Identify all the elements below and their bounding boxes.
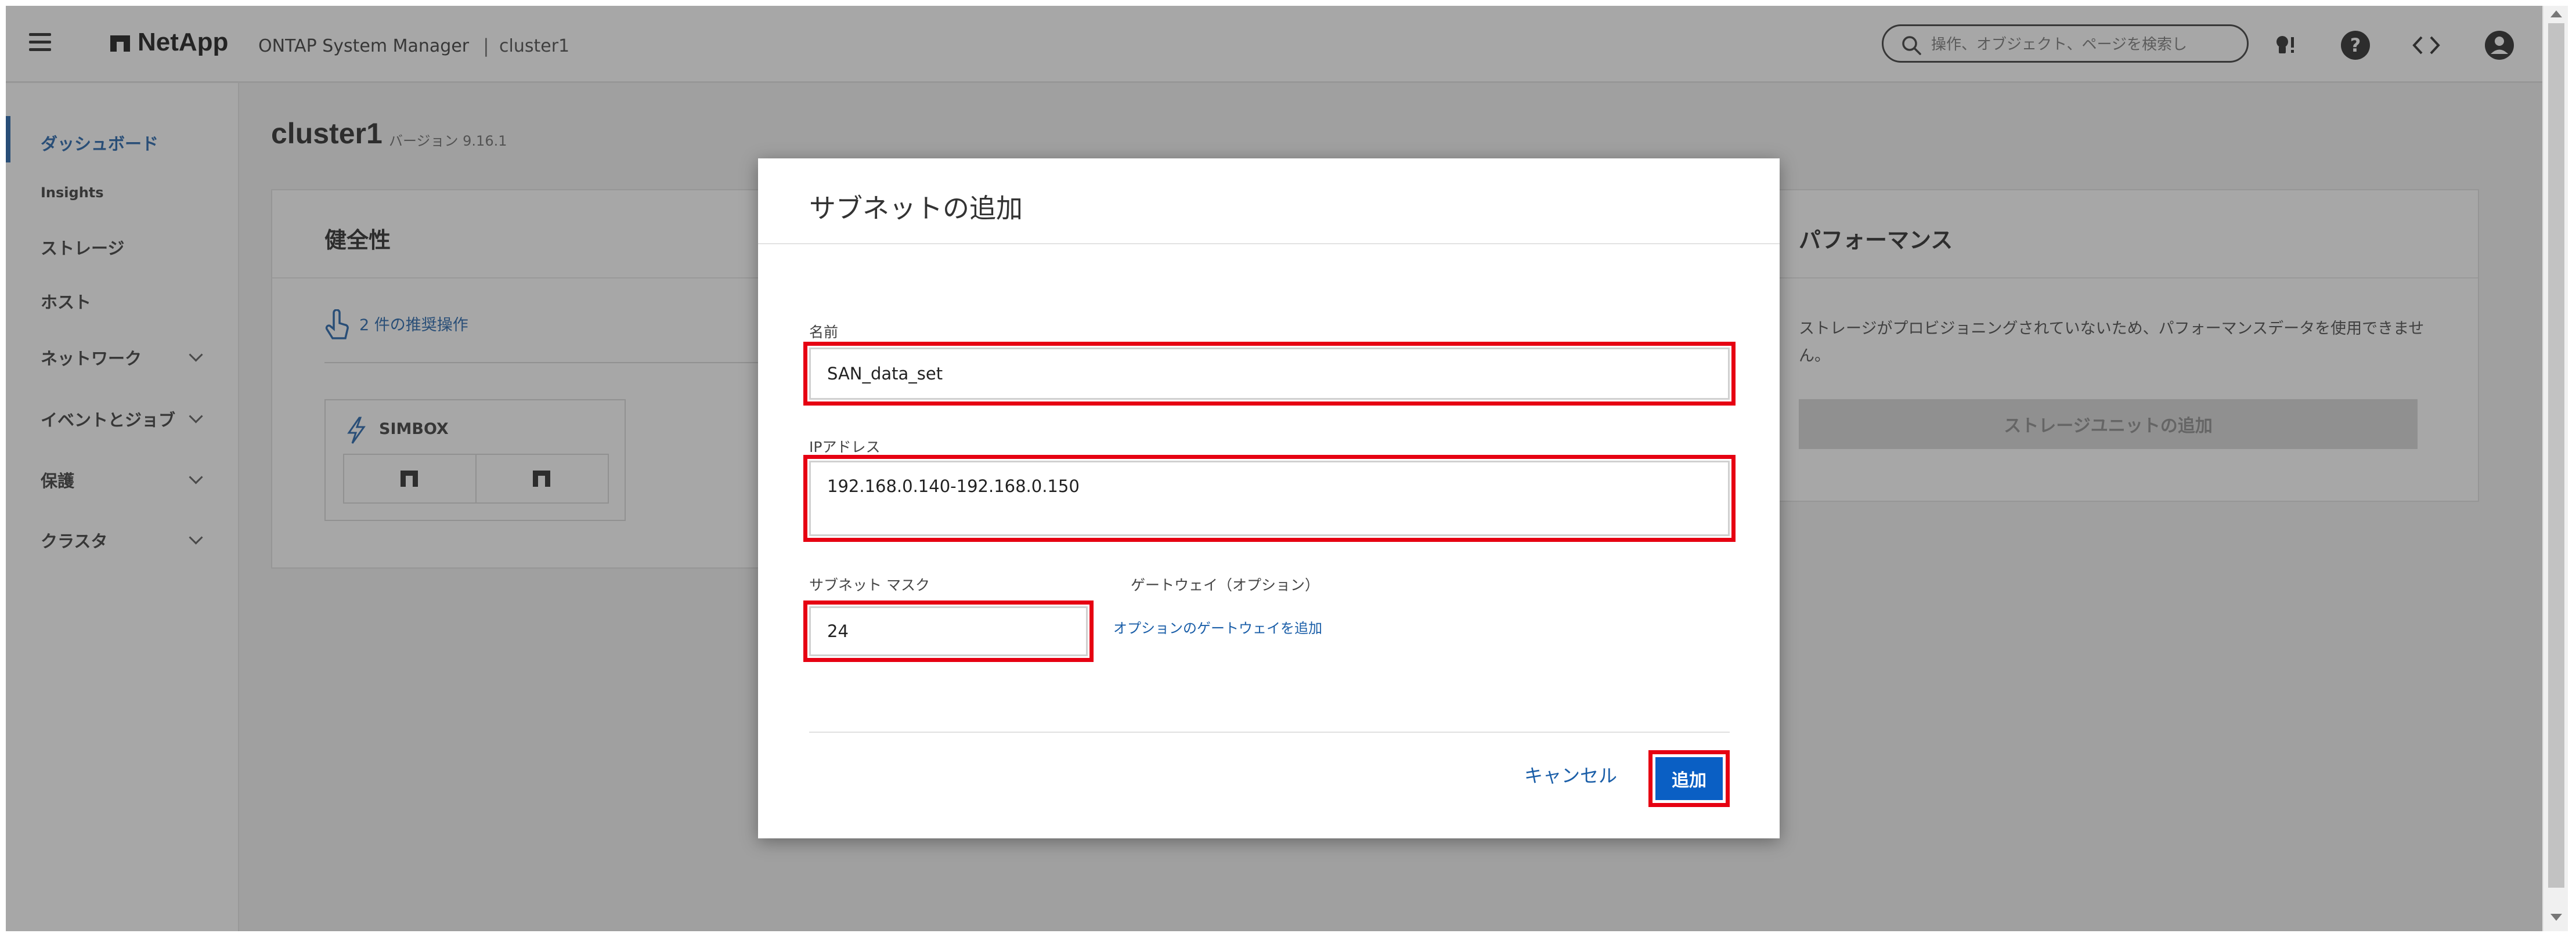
add-subnet-dialog: サブネットの追加 名前 IPアドレス 192.168.0.140-192.168… — [758, 158, 1780, 838]
dialog-header-divider — [758, 243, 1780, 244]
add-optional-gateway-link[interactable]: オプションのゲートウェイを追加 — [1113, 617, 1322, 637]
add-button[interactable]: 追加 — [1655, 757, 1723, 800]
ip-address-input[interactable]: 192.168.0.140-192.168.0.150 — [809, 461, 1730, 536]
name-input[interactable] — [809, 348, 1730, 400]
ip-address-label: IPアドレス — [809, 439, 881, 455]
cancel-button[interactable]: キャンセル — [1514, 757, 1628, 792]
gateway-label: ゲートウェイ（オプション） — [1131, 577, 1320, 594]
dialog-title: サブネットの追加 — [809, 193, 1023, 224]
subnet-mask-input[interactable] — [809, 606, 1088, 656]
scrollbar-thumb[interactable] — [2548, 23, 2564, 888]
dialog-footer-divider — [809, 732, 1730, 733]
scroll-up-arrow-icon[interactable] — [2550, 10, 2562, 17]
vertical-scrollbar[interactable] — [2542, 6, 2568, 931]
scroll-down-arrow-icon[interactable] — [2550, 914, 2562, 921]
name-label: 名前 — [809, 324, 839, 341]
subnet-mask-label: サブネット マスク — [809, 577, 930, 594]
app-window: NetApp ONTAP System Manager | cluster1 ? — [6, 6, 2568, 931]
